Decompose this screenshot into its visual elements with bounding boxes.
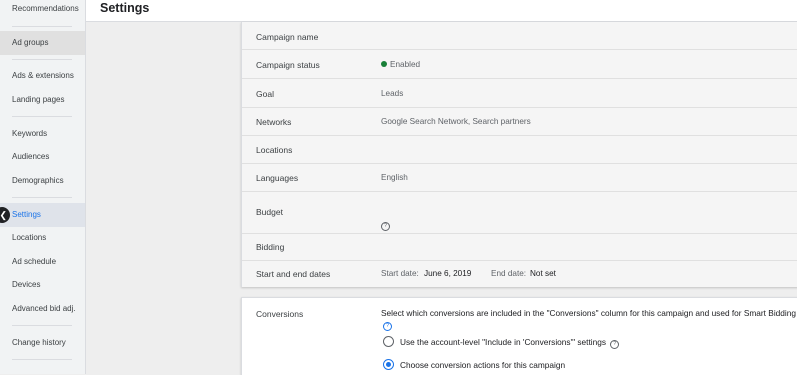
- choose-conversion-actions-label[interactable]: Choose conversion actions for this campa…: [400, 360, 565, 370]
- locations-label: Locations: [256, 145, 293, 155]
- sidebar-item-recommendations[interactable]: Recommendations: [0, 0, 85, 21]
- nav-divider: [12, 26, 72, 27]
- conversions-help-icon[interactable]: ?: [383, 322, 392, 331]
- end-date-value: Not set: [530, 269, 556, 278]
- sidebar-item-locations[interactable]: Locations: [0, 226, 85, 250]
- nav-divider: [12, 59, 72, 60]
- setting-row-campaign-name[interactable]: Campaign name: [242, 22, 797, 50]
- sidebar-item-ad-groups[interactable]: Ad groups: [0, 31, 85, 55]
- nav-divider: [12, 325, 72, 326]
- setting-row-languages[interactable]: Languages English: [242, 164, 797, 192]
- networks-value: Google Search Network, Search partners: [381, 117, 531, 126]
- campaign-status-value: Enabled: [381, 60, 420, 69]
- start-date-label: Start date:: [381, 269, 419, 278]
- sidebar-item-audiences[interactable]: Audiences: [0, 145, 85, 169]
- nav-divider: [12, 197, 72, 198]
- setting-row-start-end-dates[interactable]: Start and end dates Start date: June 6, …: [242, 261, 797, 287]
- sidebar-item-settings[interactable]: Settings: [0, 203, 85, 227]
- sidebar-item-ads-extensions[interactable]: Ads & extensions: [0, 64, 85, 88]
- networks-label: Networks: [256, 117, 292, 127]
- budget-label: Budget: [256, 207, 283, 217]
- page-header: Settings: [86, 0, 797, 22]
- languages-label: Languages: [256, 173, 299, 183]
- budget-value: ?: [381, 220, 390, 231]
- conversions-description-text: Select which conversions are included in…: [381, 308, 796, 318]
- status-enabled-icon: [381, 60, 387, 67]
- setting-row-budget[interactable]: Budget ?: [242, 192, 797, 234]
- setting-row-campaign-status[interactable]: Campaign status Enabled: [242, 50, 797, 79]
- bidding-label: Bidding: [256, 242, 285, 252]
- campaign-settings-panel: Campaign name Campaign status Enabled Go…: [241, 22, 797, 287]
- sidebar-item-ad-schedule[interactable]: Ad schedule: [0, 250, 85, 274]
- nav-divider: [12, 359, 72, 360]
- sidebar-item-devices[interactable]: Devices: [0, 273, 85, 297]
- sidebar-item-demographics[interactable]: Demographics: [0, 169, 85, 193]
- campaign-status-text: Enabled: [390, 60, 421, 69]
- account-level-help-icon[interactable]: ?: [610, 340, 620, 349]
- setting-row-networks[interactable]: Networks Google Search Network, Search p…: [242, 108, 797, 136]
- sidebar-item-landing-pages[interactable]: Landing pages: [0, 88, 85, 112]
- start-date-value: June 6, 2019: [424, 269, 472, 278]
- conversions-description: Select which conversions are included in…: [381, 308, 797, 331]
- goal-label: Goal: [256, 89, 274, 99]
- sidebar-item-keywords[interactable]: Keywords: [0, 122, 85, 146]
- languages-value: English: [381, 173, 408, 182]
- goal-value: Leads: [381, 89, 404, 98]
- sidebar-item-change-history[interactable]: Change history: [0, 331, 85, 355]
- conversions-label: Conversions: [256, 309, 304, 319]
- radio-choose-conversion-actions[interactable]: [383, 359, 394, 370]
- setting-row-goal[interactable]: Goal Leads: [242, 79, 797, 108]
- account-level-option-label[interactable]: Use the account-level "Include in 'Conve…: [400, 337, 620, 349]
- dates-label: Start and end dates: [256, 269, 331, 279]
- campaign-name-label: Campaign name: [256, 32, 319, 42]
- budget-help-icon[interactable]: ?: [381, 222, 390, 231]
- radio-account-level-settings[interactable]: [383, 336, 394, 347]
- setting-row-locations[interactable]: Locations: [242, 136, 797, 164]
- page-title: Settings: [100, 1, 150, 15]
- end-date-label: End date:: [491, 269, 527, 278]
- setting-row-bidding[interactable]: Bidding: [242, 234, 797, 261]
- campaign-status-label: Campaign status: [256, 60, 320, 70]
- sidebar-item-advanced-bid-adj[interactable]: Advanced bid adj.: [0, 297, 85, 321]
- account-level-option-text: Use the account-level "Include in 'Conve…: [400, 337, 606, 347]
- left-navigation: Recommendations Ad groups Ads & extensio…: [0, 0, 86, 374]
- nav-divider: [12, 116, 72, 117]
- conversions-panel: Conversions Select which conversions are…: [241, 297, 797, 375]
